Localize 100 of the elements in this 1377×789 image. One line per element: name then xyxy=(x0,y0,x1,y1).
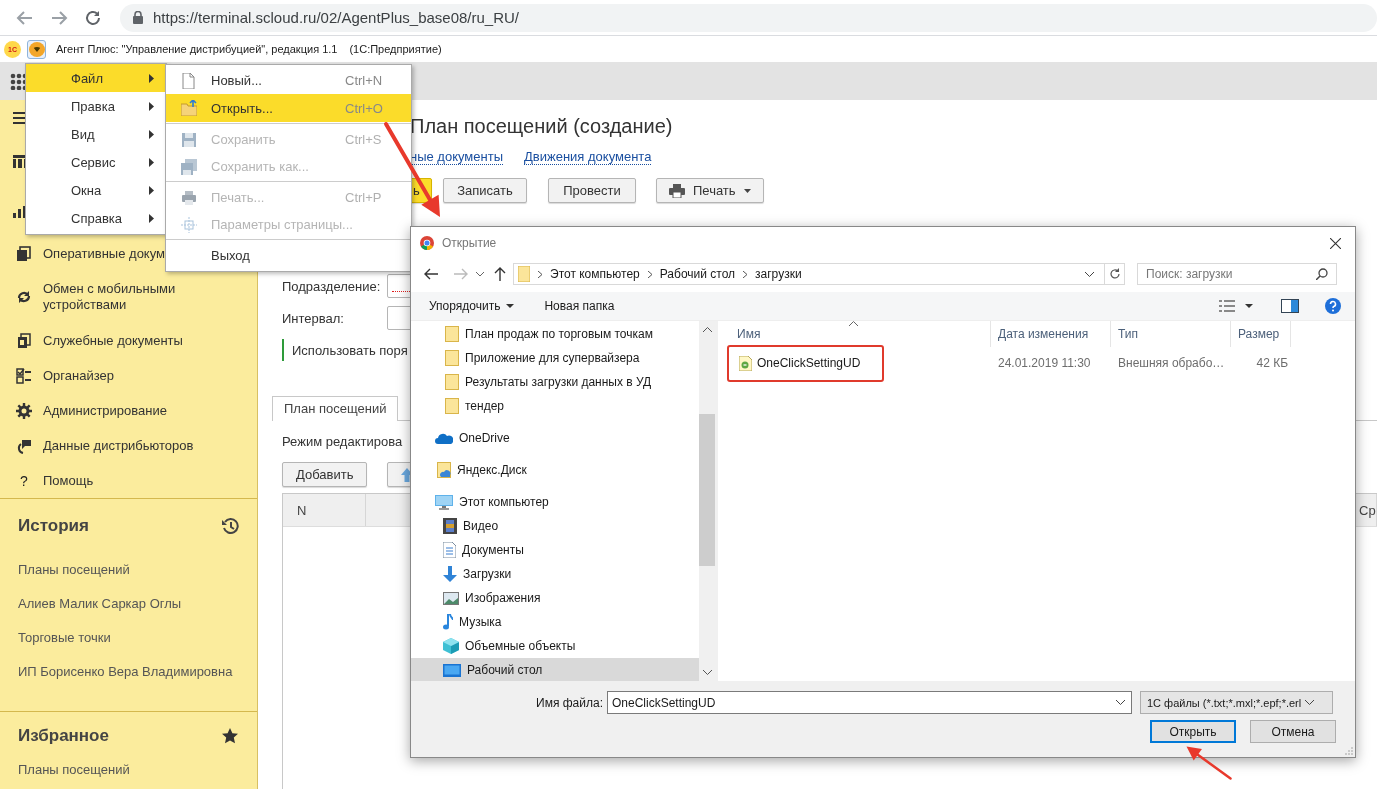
menu-item[interactable]: Окна xyxy=(26,176,166,204)
refresh-button[interactable] xyxy=(1105,263,1125,285)
forward-icon[interactable] xyxy=(50,8,68,27)
submenu-arrow-icon xyxy=(149,185,154,195)
history-icon[interactable] xyxy=(221,517,239,535)
sidebar-item[interactable]: Администрирование xyxy=(43,402,167,419)
option-label: Использовать поря xyxy=(292,342,408,358)
reload-icon[interactable] xyxy=(84,8,102,27)
nav-item[interactable]: Изображения xyxy=(411,586,699,610)
nav-item[interactable]: Загрузки xyxy=(411,562,699,586)
preview-pane-icon[interactable] xyxy=(1281,299,1299,313)
sort-caret-icon xyxy=(849,321,858,326)
history-link[interactable]: ИП Борисенко Вера Владимировна xyxy=(0,655,257,689)
nav-item[interactable]: Видео xyxy=(411,514,699,538)
submenu-arrow-icon xyxy=(149,73,154,83)
cloud-icon xyxy=(435,432,453,444)
dialog-button[interactable]: Отмена xyxy=(1250,720,1336,743)
pointer-arrow xyxy=(1186,746,1232,780)
back-icon[interactable] xyxy=(424,268,438,280)
folder-icon xyxy=(180,100,197,116)
script-file-icon xyxy=(739,355,752,371)
nav-item[interactable]: OneDrive xyxy=(411,426,699,450)
sidebar-item[interactable]: Помощь xyxy=(43,472,94,489)
nav-item[interactable]: Этот компьютер xyxy=(411,490,699,514)
submenu-arrow-icon xyxy=(149,157,154,167)
search-field[interactable]: Поиск: загрузки xyxy=(1137,263,1337,285)
nav-item[interactable]: Объемные объекты xyxy=(411,634,699,658)
star-icon[interactable] xyxy=(221,727,239,745)
caret-icon[interactable] xyxy=(476,271,484,277)
column-header[interactable]: Размер xyxy=(1231,321,1291,347)
menu-item[interactable]: Сервис xyxy=(26,148,166,176)
add-button[interactable]: Добавить xyxy=(282,462,368,487)
file-type-dropdown[interactable]: 1С файлы (*.txt;*.mxl;*.epf;*.erl xyxy=(1140,691,1333,714)
column-header[interactable]: Имя xyxy=(718,321,991,347)
scrollbar[interactable] xyxy=(699,321,715,681)
organize-button[interactable]: Упорядочить xyxy=(419,299,525,313)
nav-item[interactable]: тендер xyxy=(411,394,699,418)
caret-icon[interactable] xyxy=(1245,304,1253,308)
nav-item[interactable]: Результаты загрузки данных в УД xyxy=(411,370,699,394)
sidebar-item[interactable]: Обмен с мобильными устройствами xyxy=(43,281,193,313)
breadcrumb[interactable]: Этот компьютер xyxy=(550,267,640,281)
toolbar-button[interactable]: Записать xyxy=(443,178,527,203)
nav-item[interactable]: Яндекс.Диск xyxy=(411,458,699,482)
music-note-icon xyxy=(443,614,453,630)
file-name[interactable]: OneClickSettingUD xyxy=(727,344,884,382)
sidebar-item[interactable]: Оперативные докум xyxy=(43,245,165,262)
search-input[interactable]: Поиск: загрузки xyxy=(1138,267,1316,281)
help-icon[interactable] xyxy=(1325,298,1341,314)
file-name-input[interactable]: OneClickSettingUD xyxy=(608,695,1116,710)
menu-item[interactable]: Открыть... Ctrl+O xyxy=(166,94,411,122)
nav-item[interactable]: Музыка xyxy=(411,610,699,634)
main-menu-button[interactable] xyxy=(27,39,46,59)
view-icon[interactable] xyxy=(1219,300,1235,312)
file-name-field[interactable]: OneClickSettingUD xyxy=(607,691,1132,714)
history-link[interactable]: Планы посещений xyxy=(0,553,257,587)
nav-item[interactable]: Рабочий стол xyxy=(411,658,699,682)
nav-item[interactable]: Документы xyxy=(411,538,699,562)
path-field[interactable]: Этот компьютер Рабочий стол загрузки xyxy=(513,263,1105,285)
menu-icon[interactable] xyxy=(12,110,28,126)
image-icon xyxy=(443,591,459,605)
tab[interactable]: План посещений xyxy=(272,396,399,421)
history-link[interactable]: Алиев Малик Саркар Оглы xyxy=(0,587,257,621)
nav-item[interactable]: План продаж по торговым точкам xyxy=(411,322,699,346)
menu-item[interactable]: Выход xyxy=(166,242,411,269)
close-icon[interactable] xyxy=(1330,237,1341,249)
toolbar-button[interactable]: Провести xyxy=(548,178,636,203)
file-date: 24.01.2019 11:30 xyxy=(997,356,1092,370)
submenu-arrow-icon xyxy=(149,101,154,111)
breadcrumb[interactable]: Рабочий стол xyxy=(659,267,736,281)
up-arrow-icon[interactable] xyxy=(494,267,506,281)
section-title: История xyxy=(18,516,89,536)
folder-icon xyxy=(445,350,459,366)
window-title: Агент Плюс: "Управление дистрибуцией", редакция 1.1 xyxy=(56,43,338,55)
menu-item[interactable]: Справка xyxy=(26,204,166,232)
column-header[interactable]: Тип xyxy=(1111,321,1231,347)
field-label: Подразделение: xyxy=(282,278,382,294)
folder-icon xyxy=(445,374,459,390)
menu-item[interactable]: Файл xyxy=(26,64,166,92)
favorite-link[interactable]: Планы посещений xyxy=(0,756,257,787)
menu-item[interactable]: Вид xyxy=(26,120,166,148)
sidebar-item[interactable]: Данные дистрибьюторов xyxy=(43,437,194,454)
sidebar-item[interactable]: Служебные документы xyxy=(43,332,183,349)
new-folder-button[interactable]: Новая папка xyxy=(534,299,625,313)
document-link[interactable]: Движения документа xyxy=(524,149,652,165)
column-header[interactable]: Дата изменения xyxy=(991,321,1111,347)
menu-item[interactable]: Новый... Ctrl+N xyxy=(166,67,411,94)
section-title: Избранное xyxy=(18,726,109,746)
print-button[interactable]: Печать xyxy=(656,178,764,203)
menu-item[interactable]: Правка xyxy=(26,92,166,120)
nav-item[interactable]: Приложение для супервайзера xyxy=(411,346,699,370)
address-bar[interactable]: https://terminal.scloud.ru/02/AgentPlus_base08/ru_RU/ xyxy=(120,3,1377,32)
history-link[interactable]: Торговые точки xyxy=(0,621,257,655)
dialog-button[interactable]: Открыть xyxy=(1150,720,1236,743)
scroll-thumb[interactable] xyxy=(699,414,715,566)
caret-icon xyxy=(1305,700,1315,705)
browser-logo-icon xyxy=(420,236,434,250)
caret-icon xyxy=(506,304,515,308)
breadcrumb[interactable]: загрузки xyxy=(755,267,802,281)
sidebar-item[interactable]: Органайзер xyxy=(43,367,114,384)
caret-icon[interactable] xyxy=(1085,271,1094,277)
